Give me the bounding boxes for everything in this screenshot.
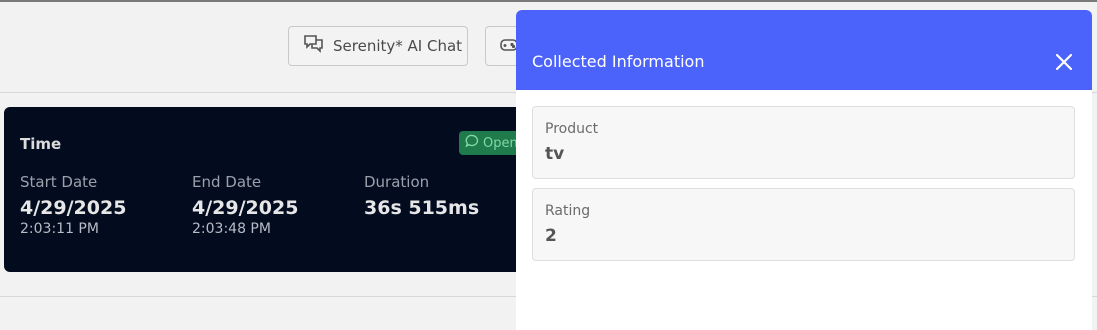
- chat-icon: [303, 34, 325, 58]
- duration-value: 36s 515ms: [364, 197, 480, 219]
- start-time-value: 2:03:11 PM: [20, 221, 99, 237]
- time-card-title: Time: [20, 135, 62, 153]
- time-card: Time Open Start Date 4/29/2025 2:03:11 P…: [4, 107, 544, 272]
- end-time-value: 2:03:48 PM: [192, 221, 271, 237]
- close-icon: [1054, 53, 1074, 76]
- end-date-value: 4/29/2025: [192, 197, 299, 219]
- collected-information-panel: Collected Information Product tv Rating …: [516, 10, 1092, 330]
- panel-header: Collected Information: [516, 10, 1092, 90]
- chat-bubble-icon: [465, 134, 479, 152]
- start-date-value: 4/29/2025: [20, 197, 127, 219]
- rating-value: 2: [545, 226, 557, 246]
- close-button[interactable]: [1054, 52, 1074, 72]
- start-date-label: Start Date: [20, 173, 98, 191]
- ai-chat-button[interactable]: Serenity* AI Chat: [288, 26, 468, 66]
- ai-chat-label: Serenity* AI Chat: [333, 37, 463, 55]
- top-border: [0, 0, 1097, 2]
- panel-title: Collected Information: [532, 52, 705, 71]
- end-date-label: End Date: [192, 173, 262, 191]
- duration-block: Duration 36s 515ms: [364, 173, 479, 219]
- product-label: Product: [545, 121, 599, 137]
- rating-field: Rating 2: [532, 188, 1075, 261]
- start-date-block: Start Date 4/29/2025 2:03:11 PM: [20, 173, 126, 237]
- duration-label: Duration: [364, 173, 430, 191]
- product-value: tv: [545, 144, 565, 164]
- end-date-block: End Date 4/29/2025 2:03:48 PM: [192, 173, 298, 237]
- badge-label: Open: [483, 135, 518, 151]
- product-field: Product tv: [532, 106, 1075, 179]
- rating-label: Rating: [545, 203, 591, 219]
